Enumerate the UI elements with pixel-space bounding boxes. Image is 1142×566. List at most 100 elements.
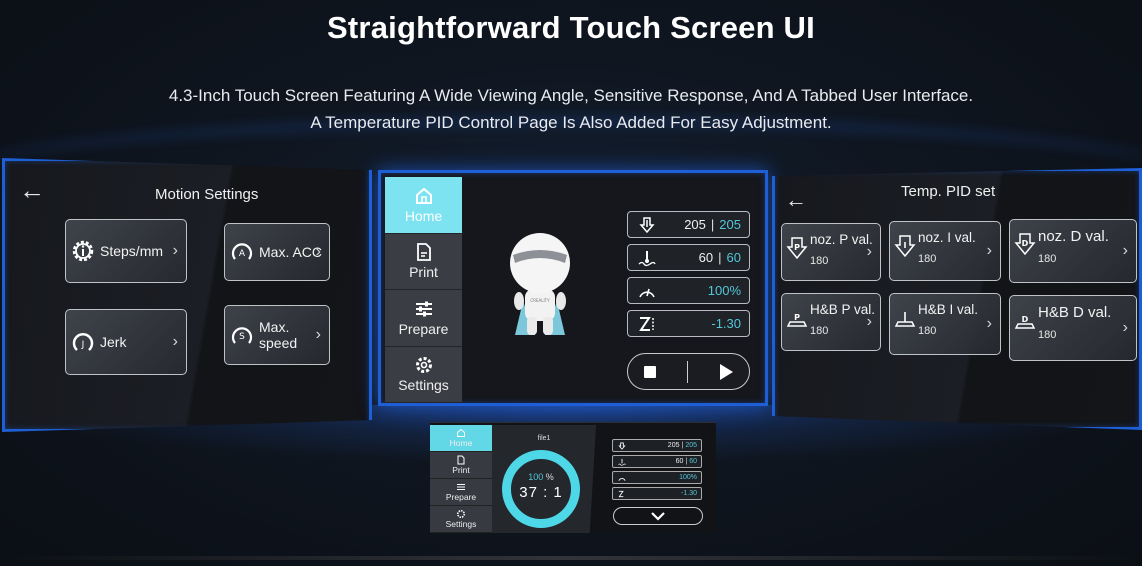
confirm-button[interactable]: [613, 507, 703, 525]
nav-print[interactable]: Print: [430, 452, 492, 479]
nav-prepare[interactable]: Prepare: [430, 479, 492, 506]
svg-text:J: J: [81, 340, 85, 350]
nozzle-temp-icon: [639, 216, 655, 233]
chevron-right-icon: ›: [1122, 319, 1128, 336]
page-title: Straightforward Touch Screen UI: [327, 10, 815, 45]
play-icon[interactable]: [720, 363, 734, 380]
progress-percent: 100 %: [528, 472, 554, 482]
creality-mascot: CREALITY: [510, 233, 570, 335]
nozzle-temp-readout[interactable]: 205 | 205: [612, 439, 702, 452]
svg-text:P: P: [794, 243, 800, 252]
bed-d-icon: D: [1014, 315, 1036, 329]
nav-label: Settings: [398, 377, 449, 394]
nav-home[interactable]: Home: [430, 425, 492, 452]
nav-label: Prepare: [398, 320, 449, 337]
jerk-button[interactable]: J Jerk ›: [65, 309, 187, 375]
z-offset-readout[interactable]: -1.30: [612, 487, 702, 500]
nav-label: Home: [404, 207, 443, 224]
max-acc-button[interactable]: A Max. ACC ›: [224, 223, 330, 281]
svg-text:P: P: [794, 313, 800, 322]
gear-icon: [457, 510, 465, 518]
nozzle-d-button[interactable]: D noz. D val. 180 ›: [1009, 219, 1137, 283]
bed-temp-readout[interactable]: 60 | 60: [627, 244, 750, 271]
back-button[interactable]: ←: [19, 177, 45, 203]
checkmark-icon: [651, 512, 665, 521]
bed-i-icon: [894, 312, 916, 327]
nozzle-i-button[interactable]: I noz. I val. 180 ›: [889, 221, 1001, 281]
subtitle-line-1: 4.3-Inch Touch Screen Featuring A Wide V…: [168, 86, 974, 105]
bed-p-icon: P: [786, 313, 808, 327]
z-offset-icon: [618, 490, 624, 497]
pid-settings-screen: ← Temp. PID set P noz. P val. 180 › I noz…: [772, 168, 1142, 430]
bed-i-button[interactable]: H&B I val. 180 ›: [889, 293, 1001, 355]
nozzle-temp-icon: [618, 441, 626, 450]
nozzle-d-icon: D: [1014, 233, 1036, 256]
svg-text:D: D: [1022, 239, 1029, 248]
sliders-icon: [457, 484, 465, 490]
steps-per-mm-button[interactable]: Steps/mm ›: [65, 219, 187, 283]
chevron-right-icon: ›: [866, 243, 872, 260]
nav-prepare[interactable]: Prepare: [385, 290, 462, 347]
subtitle-line-2: A Temperature PID Control Page Is Also A…: [310, 113, 832, 132]
back-button[interactable]: ←: [785, 189, 807, 211]
sliders-icon: [415, 301, 432, 317]
nozzle-p-icon: P: [786, 237, 808, 260]
arrow-left-icon: ←: [19, 175, 45, 205]
document-icon: [416, 243, 431, 262]
bed-temp-icon: [618, 458, 626, 466]
chevron-right-icon: ›: [866, 313, 872, 330]
home-screen: Home Print Prepare Settings CREALITY 205…: [378, 170, 768, 406]
screen-title: Motion Settings: [155, 186, 259, 203]
nozzle-p-button[interactable]: P noz. P val. 180 ›: [781, 223, 881, 281]
acceleration-gauge-icon: A: [231, 243, 253, 260]
nozzle-i-icon: I: [894, 235, 916, 258]
elapsed-time: 37 : 1: [519, 484, 563, 501]
nav-sidebar: Home Print Prepare Settings: [385, 177, 462, 403]
stop-icon[interactable]: [643, 365, 656, 378]
gear-icon: [415, 357, 432, 374]
floor-line: [0, 556, 1142, 560]
svg-text:D: D: [1022, 315, 1029, 324]
document-icon: [457, 455, 465, 465]
max-speed-button[interactable]: S Max. speed ›: [224, 305, 330, 365]
speed-icon: [618, 477, 626, 481]
chevron-right-icon: ›: [315, 326, 321, 343]
z-offset-readout[interactable]: -1.30: [627, 310, 750, 337]
nav-label: Print: [409, 264, 438, 281]
bed-temp-icon: [638, 250, 656, 266]
nozzle-temp-readout[interactable]: 205 | 205: [627, 211, 750, 238]
nav-print[interactable]: Print: [385, 233, 462, 290]
file-name: file1: [537, 435, 551, 442]
svg-text:I: I: [904, 241, 907, 250]
svg-text:S: S: [239, 332, 245, 342]
home-icon: [457, 428, 465, 437]
nav-settings[interactable]: Settings: [385, 346, 462, 403]
motion-settings-screen: ← Motion Settings Steps/mm › A Max. ACC …: [2, 158, 372, 432]
tile-label: Max. ACC: [259, 244, 323, 260]
home-icon: [415, 187, 432, 204]
chevron-right-icon: ›: [172, 242, 178, 259]
z-offset-icon: [639, 316, 654, 331]
print-speed-readout[interactable]: 100%: [627, 277, 750, 304]
jerk-gauge-icon: J: [72, 333, 94, 351]
chevron-right-icon: ›: [172, 333, 178, 350]
print-controls: [627, 353, 750, 390]
control-divider: [687, 360, 689, 383]
arrow-left-icon: ←: [785, 187, 807, 212]
nav-sidebar: Home Print Prepare Settings: [430, 425, 492, 533]
chevron-right-icon: ›: [315, 243, 321, 260]
screen-title: Temp. PID set: [901, 183, 996, 200]
nav-settings[interactable]: Settings: [430, 506, 492, 533]
mascot-label: CREALITY: [530, 298, 550, 303]
bed-d-button[interactable]: D H&B D val. 180 ›: [1009, 295, 1137, 361]
progress-ring: 100 % 37 : 1: [502, 450, 580, 528]
speed-gauge-icon: S: [231, 327, 253, 344]
chevron-right-icon: ›: [986, 242, 992, 259]
print-progress-screen: Home Print Prepare Settings file1 100 % …: [430, 422, 716, 533]
bed-p-button[interactable]: P H&B P val. 180 ›: [781, 293, 881, 351]
nav-home[interactable]: Home: [385, 177, 462, 234]
svg-text:A: A: [239, 249, 246, 259]
bed-temp-readout[interactable]: 60 | 60: [612, 455, 702, 468]
print-speed-readout[interactable]: 100%: [612, 471, 702, 484]
tile-label: Steps/mm: [100, 243, 164, 259]
